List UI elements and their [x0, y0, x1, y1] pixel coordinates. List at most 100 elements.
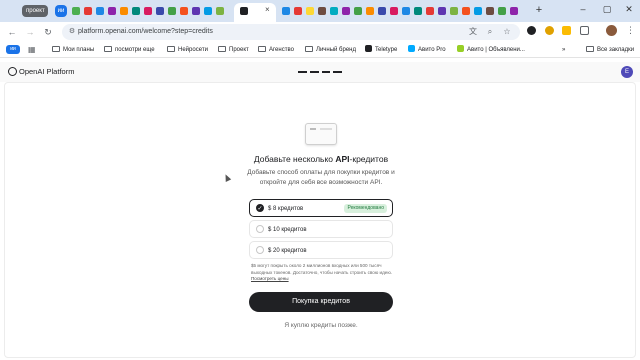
tab-favicon-icon[interactable]	[342, 7, 350, 15]
tab-group-ii[interactable]: ии	[55, 5, 67, 17]
progress-step	[321, 71, 331, 73]
tab-favicon-icon[interactable]	[318, 7, 326, 15]
credit-option-20[interactable]: $ 20 кредитов	[249, 241, 393, 259]
tab-favicon-icon[interactable]	[474, 7, 482, 15]
progress-step	[298, 71, 307, 73]
tab-favicon-icon[interactable]	[108, 7, 116, 15]
extension-icon[interactable]	[545, 26, 554, 35]
folder-icon	[104, 46, 112, 52]
credit-option-label: $ 20 кредитов	[268, 248, 307, 254]
tab-favicon-icon[interactable]	[156, 7, 164, 15]
bookmarks-bar: ии ▦ Мои планы посмотри еще Нейросети Пр…	[0, 42, 640, 58]
tab-favicon-icon[interactable]	[168, 7, 176, 15]
maximize-icon[interactable]: ▢	[600, 4, 614, 15]
tab-favicon-icon[interactable]	[414, 7, 422, 15]
avito-icon	[457, 45, 464, 52]
tab-favicon-icon[interactable]	[486, 7, 494, 15]
view-pricing-link[interactable]: Посмотреть цены	[251, 276, 289, 281]
translate-icon[interactable]: 文	[468, 27, 478, 37]
apps-grid-icon[interactable]: ▦	[28, 45, 37, 54]
radio-button[interactable]	[256, 246, 264, 254]
tab-group-proekt[interactable]: проект	[22, 5, 48, 17]
browser-menu-icon[interactable]: ⋮	[626, 25, 635, 36]
bookmark-folder[interactable]: Проект	[218, 44, 249, 56]
address-bar[interactable]: ⚙ platform.openai.com/welcome?step=credi…	[62, 24, 520, 40]
credit-option-8[interactable]: ✓ $ 8 кредитов Рекомендовано	[249, 199, 393, 217]
tab-favicon-icon[interactable]	[216, 7, 224, 15]
extensions-puzzle-icon[interactable]	[580, 26, 589, 35]
tab-favicon-icon[interactable]	[438, 7, 446, 15]
credit-option-10[interactable]: $ 10 кредитов	[249, 220, 393, 238]
tab-favicon-icon[interactable]	[120, 7, 128, 15]
site-info-icon[interactable]: ⚙	[67, 27, 77, 37]
page-title: Добавьте несколько API-кредитов	[253, 154, 389, 164]
tab-favicon-icon[interactable]	[402, 7, 410, 15]
tab-favicon-icon[interactable]	[282, 7, 290, 15]
user-avatar[interactable]: E	[621, 66, 633, 78]
pricing-note: $5 могут покрыть около 2 миллионов входн…	[251, 263, 393, 281]
tab-favicon-icon[interactable]	[204, 7, 212, 15]
browser-toolbar: ← → ↻ ⚙ platform.openai.com/welcome?step…	[0, 22, 640, 42]
folder-icon	[258, 46, 266, 52]
tab-strip: проект ии × + – ▢ ✕	[0, 0, 640, 22]
tab-favicon-icon[interactable]	[180, 7, 188, 15]
tab-favicon-icon[interactable]	[330, 7, 338, 15]
tab-favicon-icon[interactable]	[72, 7, 80, 15]
tab-favicon-icon[interactable]	[84, 7, 92, 15]
folder-icon	[52, 46, 60, 52]
url-text[interactable]: platform.openai.com/welcome?step=credits	[78, 27, 213, 37]
tab-favicon-icon[interactable]	[366, 7, 374, 15]
extension-icon[interactable]	[527, 26, 536, 35]
bookmark-star-icon[interactable]: ☆	[502, 27, 512, 37]
tab-favicon-icon[interactable]	[192, 7, 200, 15]
radio-button[interactable]	[256, 225, 264, 233]
tab-favicon-icon[interactable]	[96, 7, 104, 15]
tab-favicon-icon[interactable]	[510, 7, 518, 15]
bookmark-teletype[interactable]: Teletype	[365, 44, 397, 56]
tab-favicon-icon[interactable]	[450, 7, 458, 15]
back-icon[interactable]: ←	[6, 26, 18, 38]
recommended-badge: Рекомендовано	[344, 204, 387, 213]
openai-logo-icon[interactable]	[8, 67, 17, 76]
folder-icon	[218, 46, 226, 52]
brand-name[interactable]: OpenAI Platform	[19, 66, 74, 77]
tab-favicon-icon[interactable]	[144, 7, 152, 15]
bookmark-folder[interactable]: Личный бренд	[305, 44, 356, 56]
buy-credits-button[interactable]: Покупка кредитов	[249, 292, 393, 312]
bookmark-ii-chip[interactable]: ии	[6, 45, 20, 54]
reload-icon[interactable]: ↻	[42, 26, 54, 38]
zoom-icon[interactable]: ⌕	[485, 27, 495, 37]
tab-favicon-icon[interactable]	[132, 7, 140, 15]
tab-favicon-icon[interactable]	[294, 7, 302, 15]
buy-later-link[interactable]: Я куплю кредиты позже.	[249, 321, 393, 331]
bookmark-folder[interactable]: Мои планы	[52, 44, 94, 56]
tab-favicon-icon[interactable]	[378, 7, 386, 15]
onboarding-progress	[298, 71, 342, 73]
tab-favicon-icon[interactable]	[354, 7, 362, 15]
bookmark-avito-pro[interactable]: Авито Pro	[408, 44, 446, 56]
progress-step	[309, 71, 319, 73]
progress-step	[333, 71, 342, 73]
bookmark-avito-ads[interactable]: Авито | Объявлени...	[457, 44, 525, 56]
new-tab-button[interactable]: +	[533, 4, 545, 16]
close-tab-icon[interactable]: ×	[265, 5, 270, 14]
teletype-icon	[365, 45, 372, 52]
profile-avatar[interactable]	[606, 25, 617, 36]
tab-favicon-icon[interactable]	[498, 7, 506, 15]
credits-panel: Добавьте несколько API-кредитов Добавьте…	[4, 82, 636, 358]
bookmark-folder[interactable]: Агенство	[258, 44, 294, 56]
checkmark-icon[interactable]: ✓	[256, 204, 264, 212]
bookmarks-overflow-icon[interactable]: »	[562, 44, 565, 56]
bookmark-folder[interactable]: посмотри еще	[104, 44, 155, 56]
minimize-icon[interactable]: –	[576, 4, 590, 14]
tab-favicon-icon[interactable]	[306, 7, 314, 15]
forward-icon[interactable]: →	[24, 26, 36, 38]
tab-favicon-icon[interactable]	[426, 7, 434, 15]
folder-icon	[167, 46, 175, 52]
close-window-icon[interactable]: ✕	[622, 4, 636, 15]
tab-favicon-icon[interactable]	[390, 7, 398, 15]
all-bookmarks[interactable]: Все закладки	[586, 44, 634, 56]
bookmark-folder[interactable]: Нейросети	[167, 44, 208, 56]
extension-icon[interactable]	[562, 26, 571, 35]
tab-favicon-icon[interactable]	[462, 7, 470, 15]
